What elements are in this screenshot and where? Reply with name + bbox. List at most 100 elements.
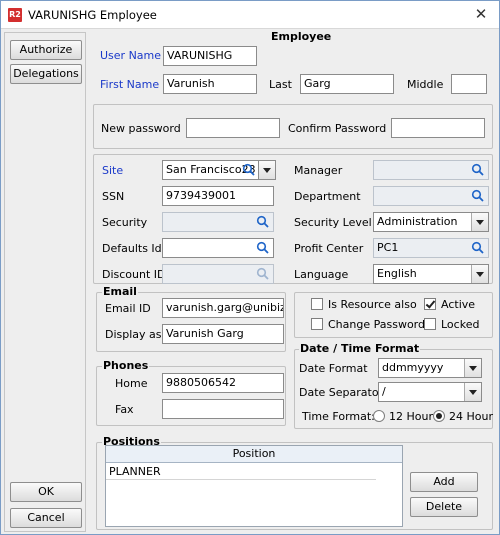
- ok-label: OK: [38, 485, 54, 498]
- employee-form: Employee User Name VARUNISHG First Name …: [88, 30, 498, 532]
- chevron-down-icon[interactable]: [464, 359, 481, 377]
- date-format-select[interactable]: ddmmyyyy: [378, 358, 482, 378]
- form-heading: Employee: [271, 30, 332, 43]
- date-separator-value: /: [382, 385, 386, 398]
- positions-table: Position PLANNER: [105, 445, 403, 527]
- email-id-input[interactable]: varunish.garg@unibiz.co: [162, 298, 284, 318]
- confirm-password-label: Confirm Password: [288, 122, 387, 135]
- language-label: Language: [294, 268, 349, 281]
- first-name-label: First Name: [100, 78, 160, 91]
- display-as-label: Display as: [105, 328, 162, 341]
- authorize-button[interactable]: Authorize: [10, 40, 82, 60]
- magnifier-icon[interactable]: [471, 188, 485, 204]
- site-label: Site: [102, 164, 124, 177]
- authorize-label: Authorize: [19, 43, 73, 56]
- time-format-label: Time Format:: [302, 410, 375, 423]
- ok-button[interactable]: OK: [10, 482, 82, 502]
- magnifier-icon[interactable]: [471, 240, 485, 256]
- change-password-label: Change Password: [328, 318, 425, 331]
- employee-window: R2 VARUNISHG Employee ✕ Authorize Delega…: [0, 0, 500, 535]
- time-12-hour-radio[interactable]: [373, 410, 385, 422]
- security-level-label: Security Level: [294, 216, 372, 229]
- active-label: Active: [441, 298, 476, 311]
- date-format-value: ddmmyyyy: [382, 361, 444, 374]
- is-resource-checkbox[interactable]: [311, 298, 323, 310]
- discount-id-input[interactable]: [162, 264, 274, 284]
- first-name-input[interactable]: Varunish: [163, 74, 257, 94]
- title-bar: R2 VARUNISHG Employee ✕: [1, 1, 499, 29]
- chevron-down-icon[interactable]: [259, 161, 275, 179]
- table-row[interactable]: PLANNER: [106, 463, 376, 480]
- sidebar: Authorize Delegations OK Cancel: [4, 32, 86, 532]
- locked-label: Locked: [441, 318, 480, 331]
- security-label: Security: [102, 216, 148, 229]
- time-24-hour-label: 24 Hour: [449, 410, 493, 423]
- home-phone-label: Home: [115, 377, 148, 390]
- window-title: VARUNISHG Employee: [28, 8, 157, 22]
- delegations-button[interactable]: Delegations: [10, 64, 82, 84]
- date-time-group-title: Date / Time Format: [299, 342, 421, 355]
- confirm-password-input[interactable]: [391, 118, 485, 138]
- delete-position-button[interactable]: Delete: [410, 497, 478, 517]
- cancel-button[interactable]: Cancel: [10, 508, 82, 528]
- defaults-id-label: Defaults Id: [102, 242, 162, 255]
- locked-checkbox[interactable]: [424, 318, 436, 330]
- display-as-input[interactable]: Varunish Garg: [162, 324, 284, 344]
- email-id-label: Email ID: [105, 302, 151, 315]
- phones-group-title: Phones: [102, 359, 150, 372]
- add-label: Add: [433, 475, 455, 488]
- active-checkbox[interactable]: [424, 298, 436, 310]
- defaults-id-input[interactable]: [162, 238, 274, 258]
- middle-name-input[interactable]: [451, 74, 487, 94]
- ssn-label: SSN: [102, 190, 125, 203]
- new-password-label: New password: [101, 122, 181, 135]
- profit-center-input[interactable]: PC1: [373, 238, 489, 258]
- is-resource-label: Is Resource also: [328, 298, 417, 311]
- time-24-hour-radio[interactable]: [433, 410, 445, 422]
- add-position-button[interactable]: Add: [410, 472, 478, 492]
- department-label: Department: [294, 190, 361, 203]
- magnifier-icon[interactable]: [256, 266, 270, 282]
- app-logo-icon: R2: [8, 8, 22, 22]
- home-phone-input[interactable]: 9880506542: [162, 373, 284, 393]
- last-name-label: Last: [269, 78, 292, 91]
- new-password-input[interactable]: [186, 118, 280, 138]
- manager-label: Manager: [294, 164, 343, 177]
- cancel-label: Cancel: [27, 511, 65, 524]
- discount-id-label: Discount ID: [102, 268, 166, 281]
- fax-label: Fax: [115, 403, 134, 416]
- chevron-down-icon[interactable]: [464, 383, 481, 401]
- close-icon[interactable]: ✕: [473, 5, 489, 23]
- language-select[interactable]: English: [373, 264, 489, 284]
- middle-name-label: Middle: [407, 78, 444, 91]
- security-level-select[interactable]: Administration: [373, 212, 489, 232]
- language-value: English: [377, 267, 417, 280]
- delegations-label: Delegations: [13, 67, 79, 80]
- magnifier-icon[interactable]: [242, 162, 256, 178]
- date-separator-label: Date Separator: [299, 386, 384, 399]
- magnifier-icon[interactable]: [256, 240, 270, 256]
- fax-input[interactable]: [162, 399, 284, 419]
- site-input[interactable]: San Francisco23: [162, 160, 260, 180]
- chevron-down-icon[interactable]: [471, 265, 488, 283]
- manager-input[interactable]: [373, 160, 489, 180]
- date-separator-select[interactable]: /: [378, 382, 482, 402]
- magnifier-icon[interactable]: [256, 214, 270, 230]
- security-input[interactable]: [162, 212, 274, 232]
- change-password-checkbox[interactable]: [311, 318, 323, 330]
- date-format-label: Date Format: [299, 362, 368, 375]
- time-12-hour-label: 12 Hour: [389, 410, 433, 423]
- profit-center-label: Profit Center: [294, 242, 364, 255]
- email-group-title: Email: [102, 285, 138, 298]
- profit-center-value: PC1: [377, 241, 399, 254]
- site-dropdown[interactable]: [258, 160, 276, 180]
- last-name-input[interactable]: Garg: [300, 74, 394, 94]
- position-column-header[interactable]: Position: [106, 446, 402, 463]
- chevron-down-icon[interactable]: [471, 213, 488, 231]
- magnifier-icon[interactable]: [471, 162, 485, 178]
- delete-label: Delete: [425, 500, 463, 513]
- department-input[interactable]: [373, 186, 489, 206]
- security-level-value: Administration: [377, 215, 458, 228]
- user-name-input[interactable]: VARUNISHG: [163, 46, 257, 66]
- ssn-input[interactable]: 9739439001: [162, 186, 274, 206]
